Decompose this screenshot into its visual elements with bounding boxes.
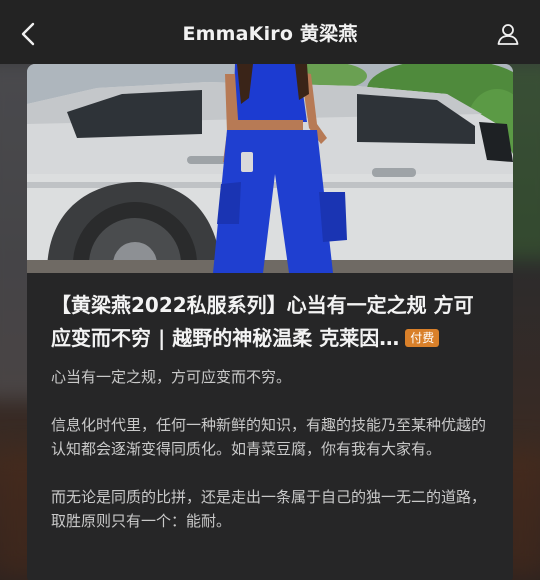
excerpt-paragraph: 心当有一定之规，方可应变而不穷。 bbox=[51, 368, 292, 386]
cover-image[interactable] bbox=[27, 64, 513, 273]
chevron-left-icon bbox=[21, 22, 35, 46]
article-excerpt: 心当有一定之规，方可应变而不穷。 信息化时代里，任何一种新鲜的知识，有趣的技能乃… bbox=[51, 365, 489, 533]
back-button[interactable] bbox=[14, 20, 42, 48]
profile-button[interactable] bbox=[494, 20, 522, 48]
user-icon bbox=[497, 24, 519, 45]
article-card[interactable]: 【黄梁燕2022私服系列】心当有一定之规 方可应变而不穷 | 越野的神秘温柔 克… bbox=[27, 64, 513, 580]
top-navigation-bar: EmmaKiro 黄梁燕 bbox=[0, 0, 540, 64]
page-title: EmmaKiro 黄梁燕 bbox=[182, 22, 358, 45]
excerpt-paragraph: 信息化时代里，任何一种新鲜的知识，有趣的技能乃至某种优越的认知都会逐渐变得同质化… bbox=[51, 416, 487, 458]
article-title[interactable]: 【黄梁燕2022私服系列】心当有一定之规 方可应变而不穷 | 越野的神秘温柔 克… bbox=[51, 289, 489, 355]
excerpt-paragraph: 而无论是同质的比拼，还是走出一条属于自己的独一无二的道路，取胜原则只有一个：能耐… bbox=[51, 488, 487, 530]
paid-badge: 付费 bbox=[405, 329, 440, 347]
